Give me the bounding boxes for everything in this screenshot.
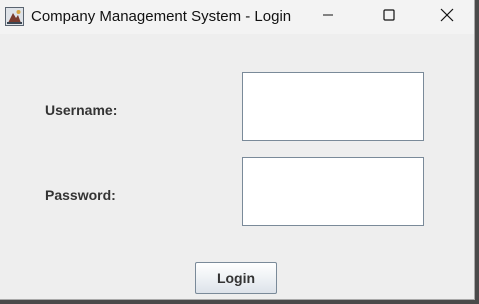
maximize-icon <box>383 8 395 26</box>
login-button[interactable]: Login <box>195 262 277 294</box>
close-icon <box>440 8 454 27</box>
maximize-button[interactable] <box>366 0 412 34</box>
java-app-icon <box>5 7 24 26</box>
username-input[interactable] <box>242 72 424 141</box>
login-window: Company Management System - Login Userna… <box>0 0 475 300</box>
close-button[interactable] <box>424 0 470 34</box>
password-input[interactable] <box>242 157 424 226</box>
title-bar[interactable]: Company Management System - Login <box>0 0 474 34</box>
minimize-button[interactable] <box>305 0 351 34</box>
minimize-icon <box>322 8 334 26</box>
password-label: Password: <box>45 187 116 203</box>
username-label: Username: <box>45 102 118 118</box>
window-title: Company Management System - Login <box>31 8 292 25</box>
